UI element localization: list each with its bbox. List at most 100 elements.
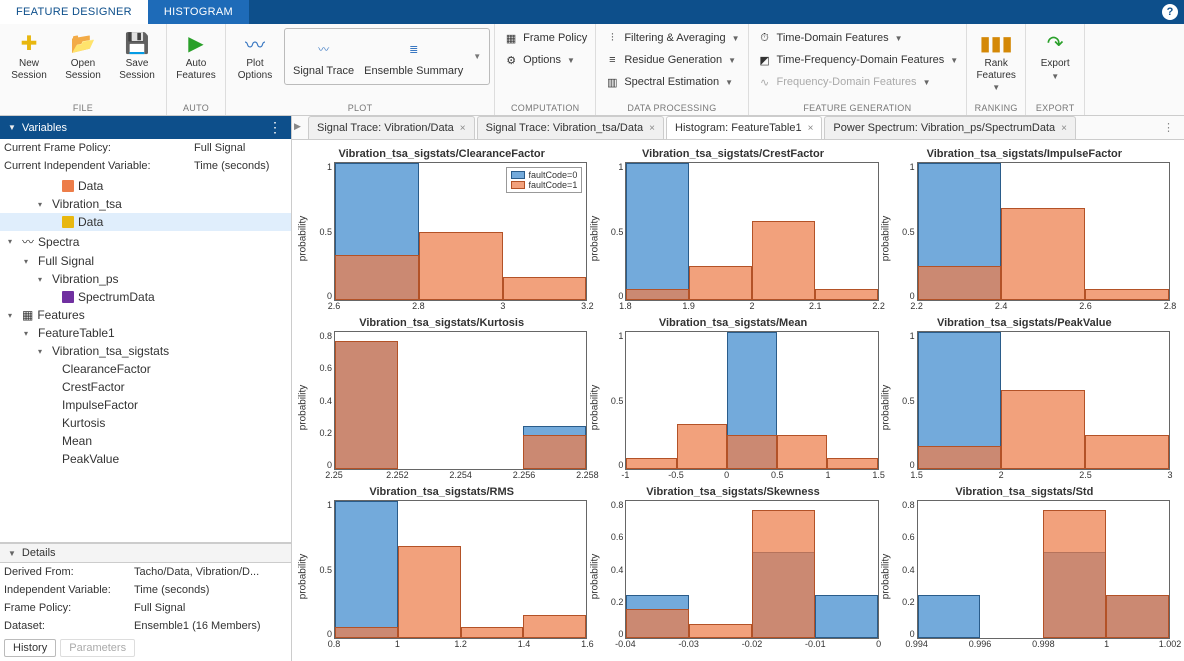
- close-icon[interactable]: ×: [1061, 123, 1067, 134]
- details-indep-var-value: Time (seconds): [134, 584, 209, 596]
- histogram-bar: [626, 163, 689, 300]
- doc-tab-0[interactable]: Signal Trace: Vibration/Data×: [308, 116, 475, 139]
- options-button[interactable]: ⚙Options▼: [499, 50, 591, 70]
- auto-features-button[interactable]: ▶Auto Features: [171, 28, 221, 83]
- histogram-bar: [1106, 595, 1169, 638]
- plot-axes[interactable]: [917, 500, 1170, 639]
- tree-item-crestfactor[interactable]: CrestFactor: [0, 378, 291, 396]
- y-axis-label: probability: [589, 216, 600, 262]
- close-icon[interactable]: ×: [649, 123, 655, 134]
- chart-title: Vibration_tsa_sigstats/CrestFactor: [587, 148, 878, 160]
- histogram-grid: Vibration_tsa_sigstats/ClearanceFactorpr…: [292, 140, 1184, 661]
- plot-axes[interactable]: [334, 500, 587, 639]
- doc-tab-2[interactable]: Histogram: FeatureTable1×: [666, 116, 822, 139]
- tree-item-features[interactable]: ▾▦Features: [0, 306, 291, 324]
- y-ticks: 10.50: [601, 162, 625, 301]
- plot-axes[interactable]: [625, 162, 878, 301]
- tree-item-spectra[interactable]: ▾〰Spectra: [0, 231, 291, 252]
- tree-item-kurtosis[interactable]: Kurtosis: [0, 414, 291, 432]
- plot-options-button[interactable]: 〰Plot Options: [230, 28, 280, 83]
- tab-feature-designer[interactable]: FEATURE DESIGNER: [0, 0, 148, 24]
- ribbon-group-featuregen-label: FEATURE GENERATION: [753, 103, 963, 115]
- chart-title: Vibration_tsa_sigstats/ImpulseFactor: [879, 148, 1170, 160]
- tree-item-full-signal[interactable]: ▾Full Signal: [0, 252, 291, 270]
- plot-axes[interactable]: [625, 331, 878, 470]
- doc-tab-3[interactable]: Power Spectrum: Vibration_ps/SpectrumDat…: [824, 116, 1076, 139]
- tree-item-vibration-tsa[interactable]: ▾Vibration_tsa: [0, 195, 291, 213]
- derived-from-value: Tacho/Data, Vibration/D...: [134, 566, 259, 578]
- tab-histogram[interactable]: HISTOGRAM: [148, 0, 249, 24]
- details-parameters-tab: Parameters: [60, 639, 135, 657]
- save-session-button[interactable]: 💾Save Session: [112, 28, 162, 83]
- tree-item-vibration-ps[interactable]: ▾Vibration_ps: [0, 270, 291, 288]
- x-ticks: 2.62.833.2: [334, 301, 587, 315]
- y-ticks: 10.50: [893, 162, 917, 301]
- variables-panel-header[interactable]: ▼Variables⋮: [0, 116, 291, 139]
- x-ticks: 2.252.2522.2542.2562.258: [334, 470, 587, 484]
- tree-item-sigstats[interactable]: ▾Vibration_tsa_sigstats: [0, 342, 291, 360]
- histogram-bar: [752, 510, 815, 638]
- tree-item-data[interactable]: Data: [0, 177, 291, 195]
- doc-tabs-menu-icon[interactable]: ⋮: [1153, 116, 1184, 139]
- export-button[interactable]: ↷Export▼: [1030, 28, 1080, 83]
- chart-title: Vibration_tsa_sigstats/RMS: [296, 486, 587, 498]
- freq-domain-icon: ∿: [757, 74, 773, 90]
- tree-item-peakvalue[interactable]: PeakValue: [0, 450, 291, 468]
- tree-item-data-selected[interactable]: Data: [0, 213, 291, 231]
- time-frequency-features-button[interactable]: ◩Time-Frequency-Domain Features▼: [753, 50, 963, 70]
- filter-icon: ⫶: [604, 30, 620, 46]
- plot-axes[interactable]: [625, 500, 878, 639]
- time-domain-features-button[interactable]: ⏱Time-Domain Features▼: [753, 28, 963, 48]
- frame-policy-button[interactable]: ▦Frame Policy: [499, 28, 591, 48]
- details-panel-header[interactable]: ▼Details: [0, 543, 291, 563]
- histogram-bar: [677, 424, 727, 469]
- doc-tab-1[interactable]: Signal Trace: Vibration_tsa/Data×: [477, 116, 664, 139]
- tree-item-spectrumdata[interactable]: SpectrumData: [0, 288, 291, 306]
- histogram-bar: [815, 595, 878, 638]
- chart-title: Vibration_tsa_sigstats/PeakValue: [879, 317, 1170, 329]
- ribbon-group-file-label: FILE: [4, 103, 162, 115]
- open-session-button[interactable]: 📂Open Session: [58, 28, 108, 83]
- details-history-tab[interactable]: History: [4, 639, 56, 657]
- main-area: ▼Variables⋮ Current Frame Policy:Full Si…: [0, 116, 1184, 661]
- histogram-chart-8: Vibration_tsa_sigstats/Stdprobability0.8…: [879, 486, 1170, 655]
- histogram-chart-2: Vibration_tsa_sigstats/ImpulseFactorprob…: [879, 148, 1170, 317]
- help-button[interactable]: ?: [1156, 0, 1184, 24]
- filtering-averaging-button[interactable]: ⫶Filtering & Averaging▼: [600, 28, 743, 48]
- chart-title: Vibration_tsa_sigstats/ClearanceFactor: [296, 148, 587, 160]
- x-ticks: 0.9940.9960.99811.002: [917, 639, 1170, 653]
- histogram-bar: [827, 458, 877, 469]
- y-ticks: 0.80.60.40.20: [893, 500, 917, 639]
- y-ticks: 10.50: [310, 500, 334, 639]
- variables-menu-icon[interactable]: ⋮: [268, 119, 283, 136]
- residue-generation-button[interactable]: ≡Residue Generation▼: [600, 50, 743, 70]
- tree-item-featuretable1[interactable]: ▾FeatureTable1: [0, 324, 291, 342]
- variables-tree[interactable]: Data ▾Vibration_tsa Data ▾〰Spectra ▾Full…: [0, 175, 291, 542]
- chart-title: Vibration_tsa_sigstats/Std: [879, 486, 1170, 498]
- spectral-estimation-button[interactable]: ▥Spectral Estimation▼: [600, 72, 743, 92]
- plot-axes[interactable]: faultCode=0faultCode=1: [334, 162, 587, 301]
- y-ticks: 0.80.60.40.20: [601, 500, 625, 639]
- histogram-bar: [918, 595, 981, 638]
- left-panel: ▼Variables⋮ Current Frame Policy:Full Si…: [0, 116, 292, 661]
- new-session-button[interactable]: ✚New Session: [4, 28, 54, 83]
- tree-item-mean[interactable]: Mean: [0, 432, 291, 450]
- ribbon-group-computation-label: COMPUTATION: [499, 103, 591, 115]
- plot-axes[interactable]: [917, 162, 1170, 301]
- x-ticks: -1-0.500.511.5: [625, 470, 878, 484]
- y-axis-label: probability: [589, 385, 600, 431]
- ribbon-group-export-label: EXPORT: [1030, 103, 1080, 115]
- tree-item-clearancefactor[interactable]: ClearanceFactor: [0, 360, 291, 378]
- rank-features-button[interactable]: ▮▮▮Rank Features▼: [971, 28, 1021, 94]
- plot-axes[interactable]: [334, 331, 587, 470]
- plot-gallery[interactable]: 〰Signal Trace ≣Ensemble Summary ▼: [284, 28, 490, 85]
- close-icon[interactable]: ×: [808, 123, 814, 134]
- tree-item-impulsefactor[interactable]: ImpulseFactor: [0, 396, 291, 414]
- plot-axes[interactable]: [917, 331, 1170, 470]
- histogram-chart-0: Vibration_tsa_sigstats/ClearanceFactorpr…: [296, 148, 587, 317]
- y-axis-label: probability: [298, 216, 309, 262]
- y-ticks: 10.50: [893, 331, 917, 470]
- derived-from-label: Derived From:: [4, 566, 134, 578]
- close-icon[interactable]: ×: [460, 123, 466, 134]
- histogram-bar: [626, 458, 676, 469]
